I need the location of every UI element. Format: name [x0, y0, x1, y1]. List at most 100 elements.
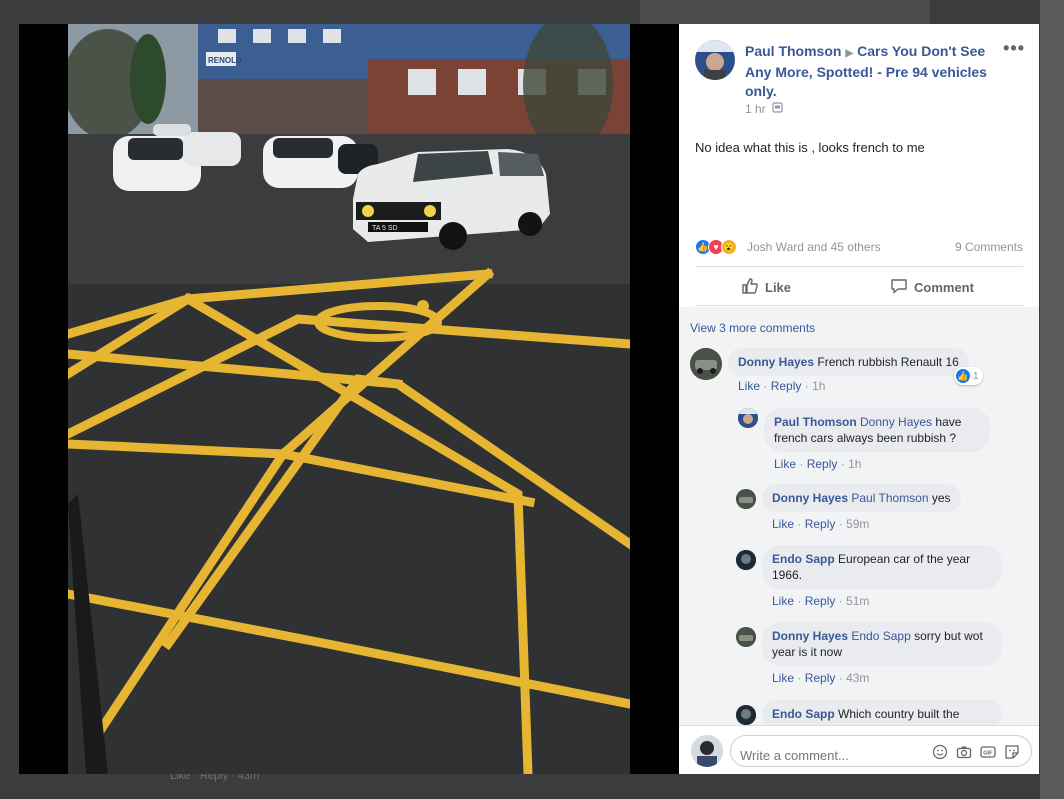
post-meta: 1 hr — [745, 102, 783, 116]
comment-like-link[interactable]: Like — [738, 379, 760, 393]
comment-bubble: Donny Hayes Endo Sapp sorry but wot year… — [762, 622, 1002, 666]
camera-icon[interactable] — [955, 743, 972, 760]
current-user-avatar[interactable] — [691, 735, 723, 767]
gif-icon[interactable]: GIF — [979, 743, 996, 760]
post-timestamp[interactable]: 1 hr — [745, 102, 766, 116]
comment-bubble: Paul Thomson Donny Hayes have french car… — [764, 408, 990, 452]
comment-author-link[interactable]: Donny Hayes — [772, 629, 848, 643]
comment-reply: Endo Sapp European car of the year 1966.… — [736, 545, 1026, 608]
more-icon[interactable]: ••• — [1003, 38, 1025, 59]
car-plate-text: TA 5 SD — [372, 225, 398, 232]
comment-bubble-icon — [890, 277, 908, 298]
write-comment-bar: GIF — [679, 725, 1039, 774]
comment-actions: Like · Reply · 43m — [772, 671, 869, 685]
comment-avatar[interactable] — [736, 489, 756, 509]
separator: · — [804, 379, 809, 393]
like-button-label: Like — [765, 279, 792, 295]
comment-avatar[interactable] — [738, 408, 758, 428]
comment-reply: Endo Sapp Which country built the — [736, 700, 1026, 725]
comment-mention-link[interactable]: Donny Hayes — [860, 415, 932, 429]
comment-button-label: Comment — [914, 279, 974, 295]
comment-bubble: Endo Sapp European car of the year 1966. — [762, 545, 1002, 589]
separator: · — [799, 457, 804, 471]
comment-mention-link[interactable]: Paul Thomson — [851, 491, 928, 505]
separator: · — [797, 517, 802, 531]
comment-time[interactable]: 43m — [846, 671, 869, 685]
comment-actions: Like · Reply · 51m — [772, 594, 869, 608]
post-panel: Paul Thomson ▶ Cars You Don't See Any More… — [679, 24, 1039, 774]
separator: · — [840, 457, 845, 471]
thumbs-up-icon — [741, 277, 759, 298]
comment-avatar[interactable] — [736, 550, 756, 570]
comments-count[interactable]: 9 Comments — [955, 240, 1023, 254]
like-reaction-icon: 👍 — [956, 369, 970, 383]
comment-avatar[interactable] — [736, 705, 756, 725]
comment-mention-link[interactable]: Endo Sapp — [851, 629, 910, 643]
background-strip — [640, 0, 930, 24]
comment-bubble: Donny Hayes French rubbish Renault 16 — [728, 348, 969, 376]
comment-time[interactable]: 59m — [846, 517, 869, 531]
comment-reaction-number: 1 — [973, 370, 979, 382]
separator: · — [763, 379, 768, 393]
svg-text:GIF: GIF — [983, 750, 993, 756]
sticker-icon[interactable] — [1003, 743, 1020, 760]
separator: · — [797, 671, 802, 685]
comments-section: View 3 more comments Donny Hayes French … — [679, 307, 1039, 725]
comment-like-link[interactable]: Like — [772, 671, 794, 685]
arrow-right-icon: ▶ — [845, 48, 854, 59]
reactions-summary[interactable]: 👍 ♥ 😮 Josh Ward and 45 others 9 Comments — [695, 239, 1023, 257]
comment-author-link[interactable]: Endo Sapp — [772, 552, 835, 566]
comment-avatar[interactable] — [736, 627, 756, 647]
comment-author-link[interactable]: Endo Sapp — [772, 707, 835, 721]
comment-bubble: Donny Hayes Paul Thomson yes — [762, 484, 961, 512]
comment-reply: Donny Hayes Paul Thomson yes Like · Repl… — [736, 484, 1026, 534]
comment-actions: Like · Reply · 59m — [772, 517, 869, 531]
comment-reaction-count[interactable]: 👍 1 — [954, 367, 983, 385]
author-avatar[interactable] — [695, 40, 735, 80]
comment-text: yes — [931, 491, 951, 505]
photo-sign-text: RENOLD — [208, 56, 242, 65]
photo-theater[interactable]: RENOLD TA 5 SD — [19, 24, 679, 774]
comment-button[interactable]: Comment — [890, 267, 974, 307]
post-text: No idea what this is , looks french to m… — [695, 140, 925, 155]
like-button[interactable]: Like — [741, 267, 791, 307]
comment-like-link[interactable]: Like — [772, 517, 794, 531]
comment-author-link[interactable]: Paul Thomson — [774, 415, 857, 429]
separator: · — [838, 594, 843, 608]
comment-like-link[interactable]: Like — [772, 594, 794, 608]
comment-reply-link[interactable]: Reply — [805, 594, 836, 608]
comment-reply: Paul Thomson Donny Hayes have french car… — [738, 408, 1028, 471]
wow-reaction-icon: 😮 — [721, 239, 737, 255]
separator: · — [838, 517, 843, 531]
post-title: Paul Thomson ▶ Cars You Don't See Any More… — [745, 42, 1005, 101]
reaction-icons: 👍 ♥ 😮 — [695, 239, 737, 255]
action-bar: Like Comment — [695, 266, 1023, 306]
post-photo[interactable]: RENOLD TA 5 SD — [68, 24, 630, 774]
comment-actions: Like · Reply · 1h — [774, 457, 861, 471]
comment-time[interactable]: 1h — [812, 379, 825, 393]
comment-like-link[interactable]: Like — [774, 457, 796, 471]
separator: · — [797, 594, 802, 608]
comment-text: French rubbish Renault 16 — [817, 355, 959, 369]
separator: · — [838, 671, 843, 685]
comment-author-link[interactable]: Donny Hayes — [738, 355, 814, 369]
comment: Donny Hayes French rubbish Renault 16 👍 … — [690, 348, 1030, 396]
comment-avatar[interactable] — [690, 348, 722, 380]
comment-time[interactable]: 51m — [846, 594, 869, 608]
comment-reply-link[interactable]: Reply — [805, 671, 836, 685]
comment-time[interactable]: 1h — [848, 457, 861, 471]
background-right-strip — [1040, 0, 1064, 799]
comment-reply-link[interactable]: Reply — [807, 457, 838, 471]
comment-reply-link[interactable]: Reply — [805, 517, 836, 531]
comment-reply: Donny Hayes Endo Sapp sorry but wot year… — [736, 622, 1026, 685]
emoji-icon[interactable] — [931, 743, 948, 760]
post-author-link[interactable]: Paul Thomson — [745, 43, 841, 59]
globe-icon — [772, 102, 783, 116]
reaction-names[interactable]: Josh Ward and 45 others — [747, 240, 881, 254]
view-more-comments-link[interactable]: View 3 more comments — [690, 321, 815, 335]
comment-bubble: Endo Sapp Which country built the — [762, 700, 1002, 725]
comment-actions: Like · Reply · 1h — [738, 379, 825, 393]
comment-reply-link[interactable]: Reply — [771, 379, 802, 393]
comment-author-link[interactable]: Donny Hayes — [772, 491, 848, 505]
comment-tools: GIF — [931, 743, 1020, 760]
